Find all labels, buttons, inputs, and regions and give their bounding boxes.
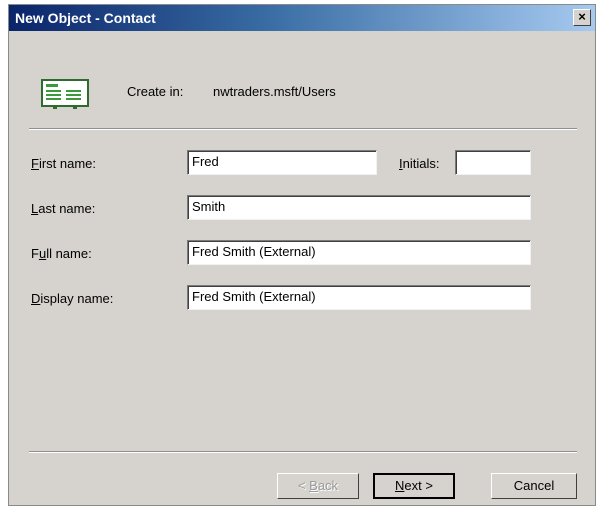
next-button-key: N xyxy=(395,478,405,493)
back-button-suffix: ack xyxy=(317,478,339,493)
back-button[interactable]: < Back xyxy=(277,473,359,499)
first-name-label: First name: xyxy=(31,156,96,171)
initials-field[interactable] xyxy=(455,150,531,175)
initials-label: Initials: xyxy=(399,156,439,171)
full-name-label: Full name: xyxy=(31,246,92,261)
full-name-field[interactable]: Fred Smith (External) xyxy=(187,240,531,265)
new-contact-dialog: New Object - Contact × Create in: nwtrad… xyxy=(8,4,596,506)
last-name-field[interactable]: Smith xyxy=(187,195,531,220)
close-icon: × xyxy=(578,9,586,24)
bottom-separator xyxy=(29,451,577,453)
back-button-prefix: < xyxy=(297,478,310,493)
close-button[interactable]: × xyxy=(573,9,591,26)
display-name-field[interactable]: Fred Smith (External) xyxy=(187,285,531,310)
next-button[interactable]: Next > xyxy=(373,473,455,499)
cancel-button[interactable]: Cancel xyxy=(491,473,577,499)
full-name-label-suffix: ll name: xyxy=(46,246,92,261)
display-name-label-key: D xyxy=(31,291,41,306)
back-button-key: B xyxy=(309,478,318,493)
title-bar: New Object - Contact × xyxy=(9,5,595,31)
last-name-label: Last name: xyxy=(31,201,95,216)
first-name-label-key: F xyxy=(31,156,39,171)
display-name-label-suffix: isplay name: xyxy=(40,291,114,306)
create-in-path: nwtraders.msft/Users xyxy=(213,84,336,99)
first-name-field[interactable]: Fred xyxy=(187,150,377,175)
initials-label-suffix: nitials: xyxy=(402,156,440,171)
last-name-label-suffix: ast name: xyxy=(38,201,96,216)
first-name-label-suffix: irst name: xyxy=(38,156,97,171)
next-button-suffix: ext > xyxy=(404,478,433,493)
window-title: New Object - Contact xyxy=(15,10,156,26)
full-name-label-prefix: F xyxy=(31,246,39,261)
top-separator xyxy=(29,128,577,130)
contact-icon xyxy=(41,79,89,109)
create-in-label: Create in: xyxy=(127,84,184,99)
display-name-label: Display name: xyxy=(31,291,113,306)
